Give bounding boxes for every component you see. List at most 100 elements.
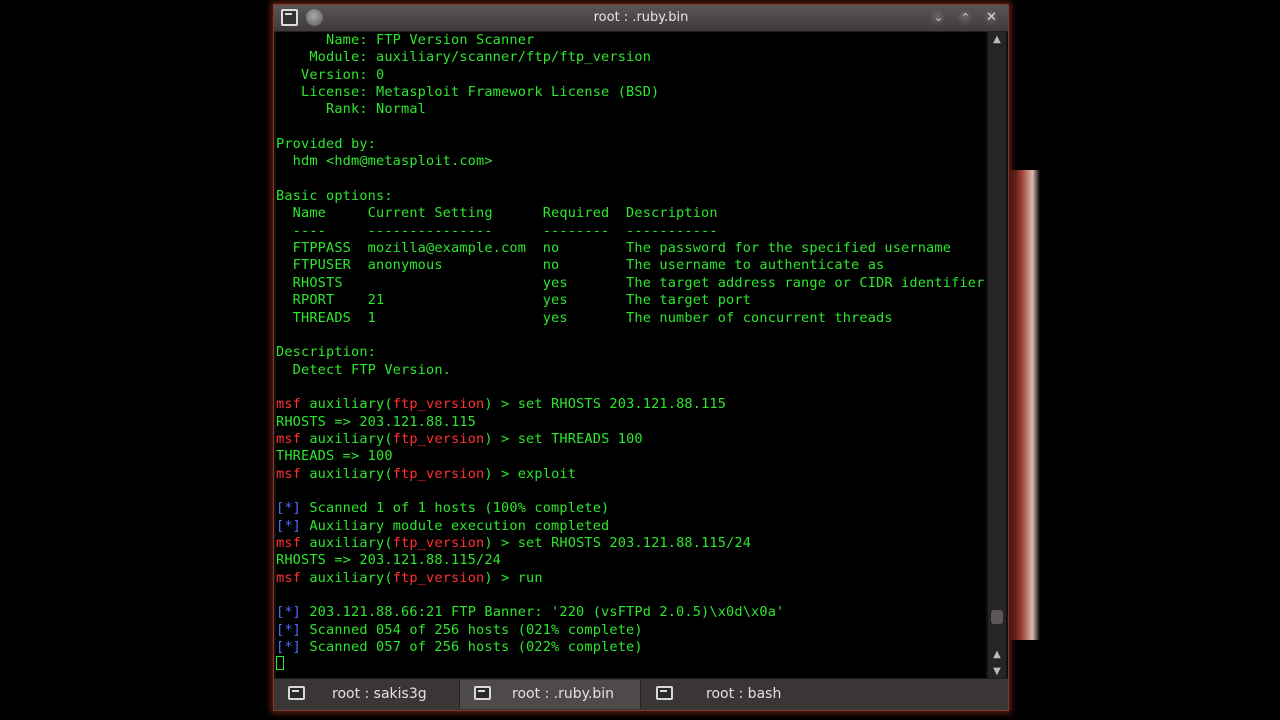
status-marker: [*]	[276, 500, 302, 517]
prompt-text: ftp_version	[392, 569, 485, 586]
terminal-line: msf auxiliary(ftp_version) > set THREADS…	[276, 431, 986, 448]
terminal-line: [*] 203.121.88.66:21 FTP Banner: '220 (v…	[276, 604, 986, 621]
output-text: FTPUSER anonymous no The username to aut…	[276, 257, 885, 274]
terminal-output[interactable]: Name: FTP Version Scanner Module: auxili…	[276, 32, 986, 680]
output-text: THREADS => 100	[276, 448, 393, 465]
terminal-line: Provided by:	[276, 136, 986, 153]
terminal-line: License: Metasploit Framework License (B…	[276, 84, 986, 101]
status-marker: [*]	[276, 639, 302, 656]
terminal-window: root : .ruby.bin ⌄ ⌃ ✕ Name: FTP Version…	[273, 4, 1009, 711]
vertical-scrollbar[interactable]: ▲ ▲ ▼	[988, 32, 1006, 680]
terminal-line: hdm <hdm@metasploit.com>	[276, 153, 986, 170]
terminal-line: RHOSTS => 203.121.88.115	[276, 414, 986, 431]
terminal-line: [*] Auxiliary module execution completed	[276, 518, 986, 535]
tab-ruby-bin[interactable]: root : .ruby.bin	[459, 680, 641, 709]
output-text: 203.121.88.66:21 FTP Banner: '220 (vsFTP…	[301, 604, 785, 621]
terminal-tab-icon	[288, 686, 305, 700]
output-text: Detect FTP Version.	[276, 361, 452, 378]
output-text: RHOSTS yes The target address range or C…	[276, 274, 985, 291]
status-marker: [*]	[276, 604, 302, 621]
tab-sakis3g[interactable]: root : sakis3g	[274, 680, 454, 709]
prompt-text: ftp_version	[392, 396, 485, 413]
prompt-line[interactable]	[276, 656, 986, 673]
maximize-button[interactable]: ⌃	[957, 9, 974, 26]
output-text: RPORT 21 yes The target port	[276, 292, 752, 309]
minimize-button[interactable]: ⌄	[930, 9, 947, 26]
output-text: hdm <hdm@metasploit.com>	[276, 153, 493, 170]
window-title: root : .ruby.bin	[593, 10, 689, 25]
prompt-text: msf	[276, 534, 302, 551]
output-text: ---- --------------- -------- ----------…	[276, 222, 718, 239]
terminal-line: Basic options:	[276, 188, 986, 205]
output-text: License: Metasploit Framework License (B…	[276, 84, 660, 101]
output-text: RHOSTS => 203.121.88.115/24	[276, 552, 502, 569]
output-text: ) > exploit	[484, 465, 577, 482]
output-text: Module: auxiliary/scanner/ftp/ftp_versio…	[276, 49, 652, 66]
output-text: Basic options:	[276, 188, 393, 205]
terminal-line: msf auxiliary(ftp_version) > exploit	[276, 466, 986, 483]
terminal-line: Name Current Setting Required Descriptio…	[276, 205, 986, 222]
output-text: Scanned 1 of 1 hosts (100% complete)	[301, 500, 610, 517]
tab-bash[interactable]: root : bash	[642, 680, 810, 709]
prompt-text: msf	[276, 396, 302, 413]
terminal-line: Detect FTP Version.	[276, 362, 986, 379]
prompt-text: msf	[276, 465, 302, 482]
output-text: Rank: Normal	[276, 101, 427, 118]
output-text: THREADS 1 yes The number of concurrent t…	[276, 309, 893, 326]
output-text: auxiliary(	[301, 396, 393, 413]
output-text: auxiliary(	[301, 569, 393, 586]
terminal-line: msf auxiliary(ftp_version) > set RHOSTS …	[276, 396, 986, 413]
output-text: auxiliary(	[301, 534, 393, 551]
scroll-up-arrow-icon[interactable]: ▲	[988, 32, 1006, 48]
output-text: Description:	[276, 344, 377, 361]
title-bar[interactable]: root : .ruby.bin ⌄ ⌃ ✕	[274, 5, 1008, 32]
terminal-line: FTPUSER anonymous no The username to aut…	[276, 257, 986, 274]
output-text: ) > run	[484, 569, 543, 586]
terminal-line: RPORT 21 yes The target port	[276, 292, 986, 309]
output-text: ) > set THREADS 100	[484, 430, 643, 447]
output-text: ) > set RHOSTS 203.121.88.115/24	[484, 534, 752, 551]
terminal-line: Module: auxiliary/scanner/ftp/ftp_versio…	[276, 49, 986, 66]
terminal-line: RHOSTS yes The target address range or C…	[276, 275, 986, 292]
terminal-line: msf auxiliary(ftp_version) > set RHOSTS …	[276, 535, 986, 552]
terminal-line: THREADS => 100	[276, 448, 986, 465]
close-button[interactable]: ✕	[983, 9, 1000, 26]
output-text: RHOSTS => 203.121.88.115	[276, 413, 477, 430]
terminal-line: Version: 0	[276, 67, 986, 84]
output-text: Version: 0	[276, 66, 385, 83]
terminal-line: [*] Scanned 054 of 256 hosts (021% compl…	[276, 622, 986, 639]
terminal-tab-icon	[474, 686, 491, 700]
terminal-line: ---- --------------- -------- ----------…	[276, 223, 986, 240]
output-text: Scanned 057 of 256 hosts (022% complete)	[301, 639, 643, 656]
background-glow	[1010, 170, 1040, 640]
prompt-text: msf	[276, 569, 302, 586]
terminal-line: THREADS 1 yes The number of concurrent t…	[276, 310, 986, 327]
text-cursor	[276, 656, 284, 671]
terminal-line: [*] Scanned 057 of 256 hosts (022% compl…	[276, 639, 986, 656]
terminal-line: RHOSTS => 203.121.88.115/24	[276, 552, 986, 569]
output-text: FTPPASS mozilla@example.com no The passw…	[276, 240, 952, 257]
scrollbar-thumb[interactable]	[991, 610, 1003, 624]
tab-label: root : sakis3g	[332, 686, 427, 702]
terminal-line: Name: FTP Version Scanner	[276, 32, 986, 49]
scroll-down-arrow-icon[interactable]: ▲	[988, 647, 1006, 663]
output-text: Name Current Setting Required Descriptio…	[276, 205, 718, 222]
terminal-line: FTPPASS mozilla@example.com no The passw…	[276, 240, 986, 257]
prompt-text: ftp_version	[392, 534, 485, 551]
output-text: auxiliary(	[301, 465, 393, 482]
terminal-line: msf auxiliary(ftp_version) > run	[276, 570, 986, 587]
output-text: Name: FTP Version Scanner	[276, 32, 535, 48]
output-text: ) > set RHOSTS 203.121.88.115	[484, 396, 727, 413]
tab-bar: root : sakis3g root : .ruby.bin root : b…	[274, 678, 1008, 710]
output-text: auxiliary(	[301, 430, 393, 447]
terminal-line: Description:	[276, 344, 986, 361]
output-text: Auxiliary module execution completed	[301, 517, 610, 534]
tab-label: root : .ruby.bin	[512, 686, 615, 702]
status-marker: [*]	[276, 621, 302, 638]
output-text: Provided by:	[276, 136, 377, 153]
